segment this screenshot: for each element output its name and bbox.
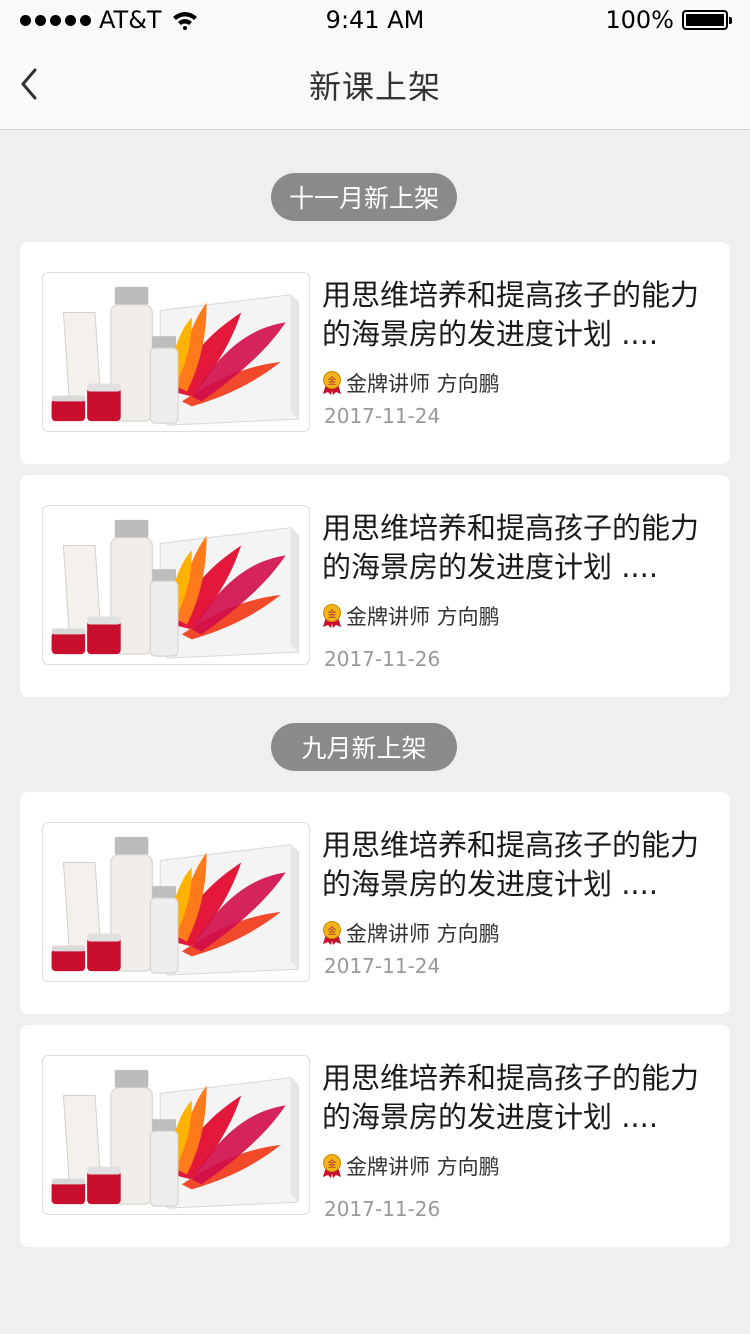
course-thumbnail (42, 1055, 310, 1215)
course-card[interactable]: 用思维培养和提高孩子的能力的海景房的发进度计划 .... 金牌讲师 方向鹏 20… (20, 242, 730, 464)
course-thumbnail (42, 822, 310, 982)
teacher-name: 金牌讲师 方向鹏 (346, 372, 500, 396)
course-card[interactable]: 用思维培养和提高孩子的能力的海景房的发进度计划 .... 金牌讲师 方向鹏 20… (20, 792, 730, 1014)
teacher-info: 金牌讲师 方向鹏 (322, 1151, 500, 1181)
teacher-name: 金牌讲师 方向鹏 (346, 1155, 500, 1179)
teacher-info: 金牌讲师 方向鹏 (322, 368, 500, 398)
course-card[interactable]: 用思维培养和提高孩子的能力的海景房的发进度计划 .... 金牌讲师 方向鹏 20… (20, 1025, 730, 1247)
battery-icon (682, 10, 732, 30)
course-thumbnail (42, 272, 310, 432)
section-label-november: 十一月新上架 (271, 173, 457, 221)
battery-group: 100% (605, 6, 732, 34)
course-thumbnail (42, 505, 310, 665)
page-title: 新课上架 (308, 68, 441, 106)
course-date: 2017-11-26 (324, 1197, 441, 1221)
course-title: 用思维培养和提高孩子的能力的海景房的发进度计划 .... (322, 511, 700, 584)
gold-medal-icon (322, 371, 342, 395)
course-date: 2017-11-26 (324, 647, 441, 671)
course-card[interactable]: 用思维培养和提高孩子的能力的海景房的发进度计划 .... 金牌讲师 方向鹏 20… (20, 475, 730, 697)
teacher-info: 金牌讲师 方向鹏 (322, 918, 500, 948)
gold-medal-icon (322, 1154, 342, 1178)
gold-medal-icon (322, 921, 342, 945)
top-bar: AT&T 9:41 AM 100% 新课上架 (0, 0, 750, 130)
course-date: 2017-11-24 (324, 404, 441, 428)
status-bar: AT&T 9:41 AM 100% (0, 0, 750, 40)
battery-percent: 100% (605, 6, 674, 34)
gold-medal-icon (322, 604, 342, 628)
course-title: 用思维培养和提高孩子的能力的海景房的发进度计划 .... (322, 1061, 700, 1134)
section-label-september: 九月新上架 (271, 723, 457, 771)
course-date: 2017-11-24 (324, 954, 441, 978)
course-title: 用思维培养和提高孩子的能力的海景房的发进度计划 .... (322, 828, 700, 901)
course-title: 用思维培养和提高孩子的能力的海景房的发进度计划 .... (322, 278, 700, 351)
teacher-name: 金牌讲师 方向鹏 (346, 605, 500, 629)
teacher-info: 金牌讲师 方向鹏 (322, 601, 500, 631)
teacher-name: 金牌讲师 方向鹏 (346, 922, 500, 946)
